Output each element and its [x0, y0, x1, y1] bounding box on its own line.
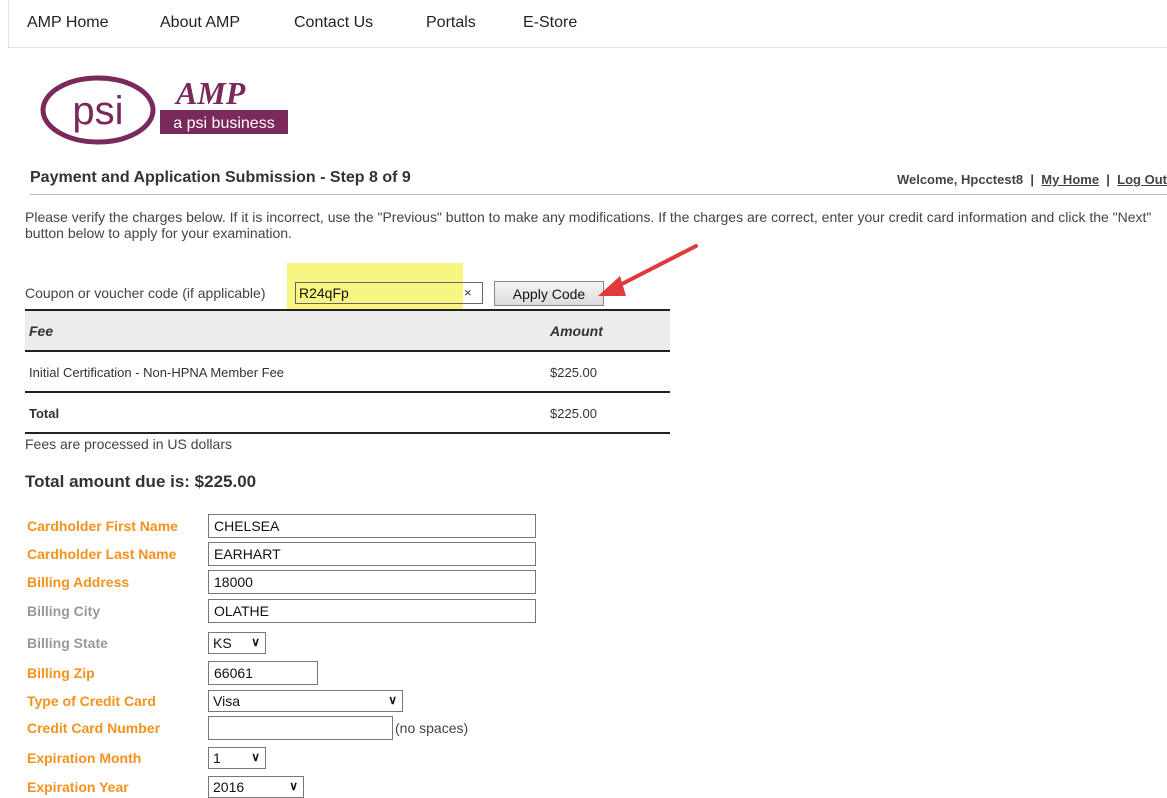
exp-year-row: Expiration Year 2016 ∨: [25, 775, 725, 798]
fees-table: Fee Amount Initial Certification - Non-H…: [25, 309, 670, 434]
exp-month-value: 1: [213, 750, 221, 766]
logo-amp-text: AMP: [174, 75, 246, 111]
annotation-arrow-icon: [598, 244, 698, 296]
coupon-label: Coupon or voucher code (if applicable): [25, 285, 266, 301]
logo-tagline: a psi business: [173, 115, 274, 132]
card-number-row: Credit Card Number (no spaces): [25, 716, 725, 740]
log-out-link[interactable]: Log Out: [1117, 172, 1167, 187]
last-name-field[interactable]: [208, 542, 536, 566]
welcome-area: Welcome, Hpcctest8 | My Home | Log Out: [897, 172, 1167, 187]
apply-code-button[interactable]: Apply Code: [494, 281, 604, 306]
chevron-down-icon: ∨: [251, 635, 260, 649]
state-row: Billing State KS ∨: [25, 631, 725, 655]
last-name-label: Cardholder Last Name: [27, 546, 177, 562]
city-row: Billing City: [25, 599, 725, 623]
total-label: Total: [29, 406, 60, 421]
first-name-field[interactable]: [208, 514, 536, 538]
psi-amp-logo: psi AMP a psi business: [40, 75, 288, 145]
card-number-hint: (no spaces): [395, 720, 469, 736]
coupon-input[interactable]: [295, 282, 483, 304]
total-row: Total $225.00: [25, 393, 670, 434]
zip-row: Billing Zip: [25, 661, 725, 685]
fees-table-header: Fee Amount: [25, 309, 670, 352]
chevron-down-icon: ∨: [289, 779, 298, 793]
fee-column-header: Fee: [29, 323, 54, 339]
instructions-text: Please verify the charges below. If it i…: [25, 209, 1152, 241]
exp-year-select[interactable]: 2016 ∨: [208, 776, 304, 798]
state-select[interactable]: KS ∨: [208, 632, 266, 654]
card-type-row: Type of Credit Card Visa ∨: [25, 689, 725, 713]
nav-amp-home[interactable]: AMP Home: [27, 14, 109, 32]
nav-about-amp[interactable]: About AMP: [160, 14, 240, 32]
exp-year-label: Expiration Year: [27, 779, 129, 795]
card-number-label: Credit Card Number: [27, 720, 161, 736]
clear-icon[interactable]: ×: [464, 285, 472, 300]
total-due: Total amount due is: $225.00: [25, 472, 257, 491]
first-name-label: Cardholder First Name: [27, 518, 178, 534]
chevron-down-icon: ∨: [388, 693, 397, 707]
chevron-down-icon: ∨: [251, 750, 260, 764]
city-field[interactable]: [208, 599, 536, 623]
card-type-value: Visa: [213, 693, 240, 709]
first-name-row: Cardholder First Name: [25, 514, 725, 538]
card-number-field[interactable]: [208, 716, 393, 740]
address-field[interactable]: [208, 570, 536, 594]
total-amount: $225.00: [550, 406, 597, 421]
page-title: Payment and Application Submission - Ste…: [30, 169, 411, 186]
zip-field[interactable]: [208, 661, 318, 685]
exp-month-label: Expiration Month: [27, 750, 142, 766]
welcome-text: Welcome, Hpcctest8: [896, 172, 1024, 187]
exp-month-select[interactable]: 1 ∨: [208, 747, 266, 769]
fee-name: Initial Certification - Non-HPNA Member …: [29, 365, 285, 380]
currency-note: Fees are processed in US dollars: [25, 436, 232, 452]
table-row: Initial Certification - Non-HPNA Member …: [25, 352, 670, 393]
amount-column-header: Amount: [550, 323, 603, 339]
coupon-row: Coupon or voucher code (if applicable) ×…: [25, 263, 645, 321]
separator: |: [1106, 172, 1110, 187]
nav-contact-us[interactable]: Contact Us: [294, 14, 373, 32]
card-type-select[interactable]: Visa ∨: [208, 690, 403, 712]
top-navigation: AMP Home About AMP Contact Us Portals E-…: [8, 0, 1167, 48]
page-header: Payment and Application Submission - Ste…: [30, 169, 1167, 195]
nav-e-store[interactable]: E-Store: [523, 14, 577, 32]
separator: |: [1030, 172, 1035, 187]
logo-psi-text: psi: [72, 89, 123, 133]
nav-portals[interactable]: Portals: [426, 14, 476, 32]
exp-month-row: Expiration Month 1 ∨: [25, 746, 725, 770]
exp-year-value: 2016: [213, 779, 245, 795]
my-home-link[interactable]: My Home: [1041, 172, 1099, 187]
city-label: Billing City: [27, 603, 101, 619]
zip-label: Billing Zip: [27, 665, 95, 681]
last-name-row: Cardholder Last Name: [25, 542, 725, 566]
state-label: Billing State: [27, 635, 108, 651]
fee-amount: $225.00: [550, 365, 597, 380]
state-value: KS: [213, 635, 232, 651]
address-row: Billing Address: [25, 570, 725, 594]
card-type-label: Type of Credit Card: [27, 693, 156, 709]
address-label: Billing Address: [27, 574, 130, 590]
